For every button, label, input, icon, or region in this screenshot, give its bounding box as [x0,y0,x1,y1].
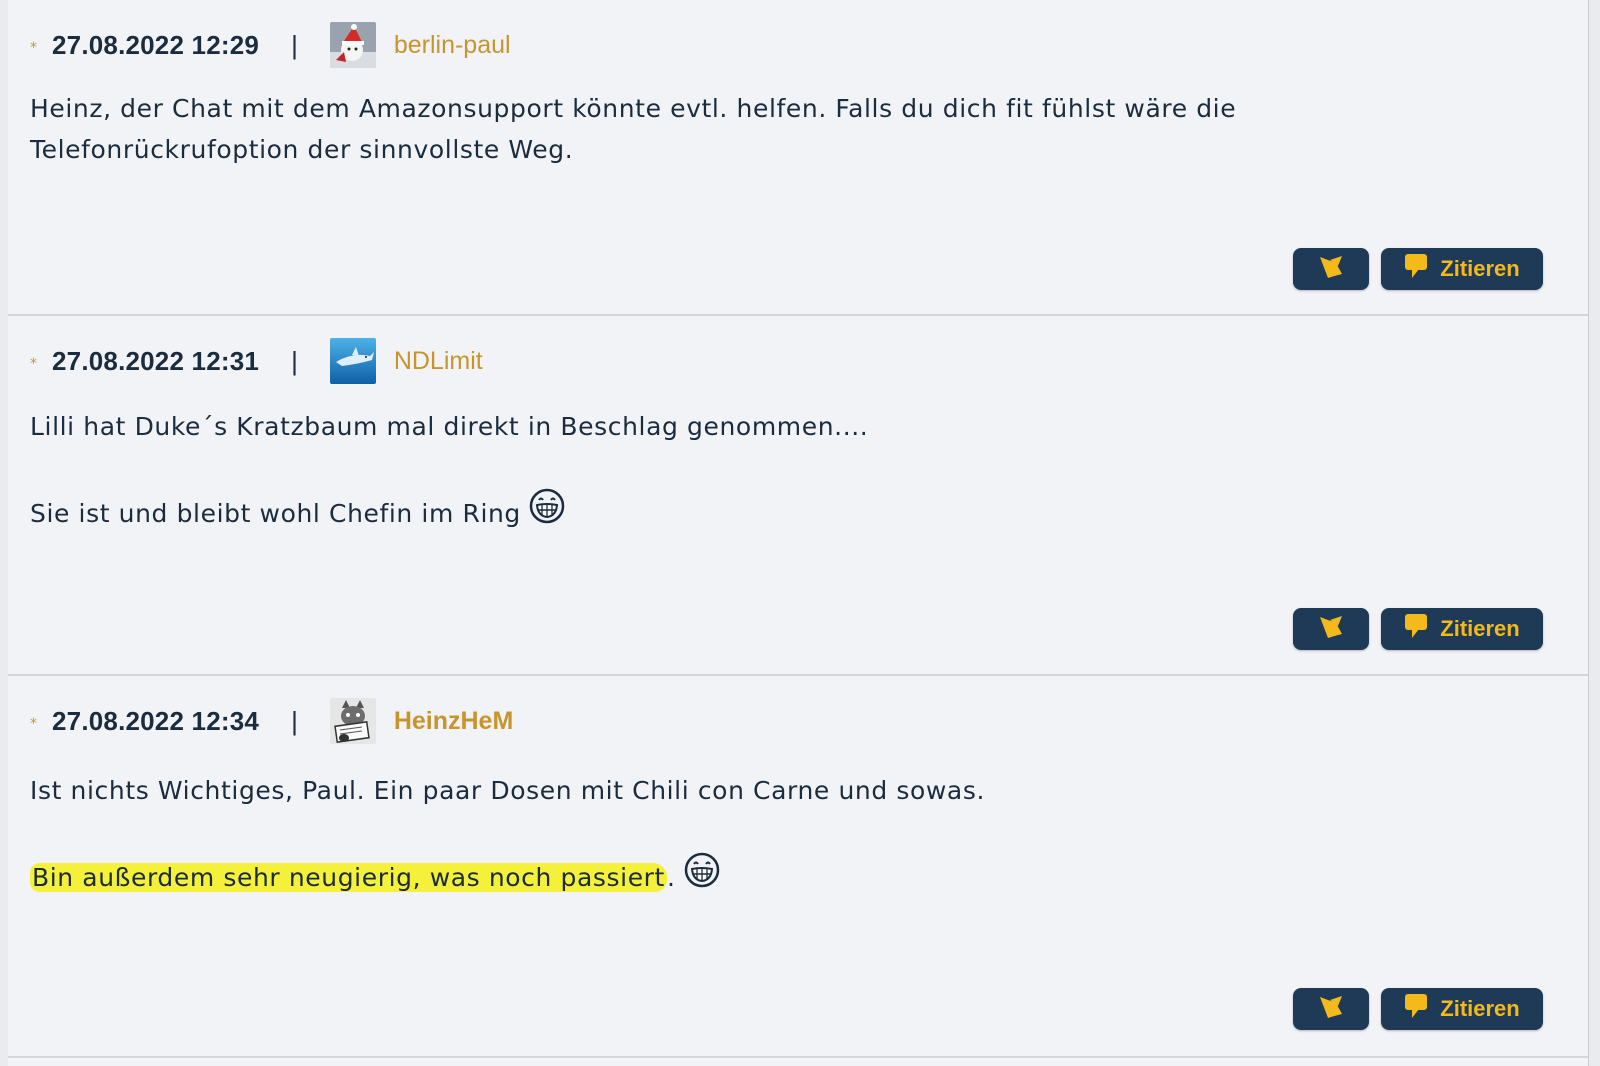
quote-button[interactable]: Zitieren [1381,988,1543,1030]
post-author[interactable]: berlin-paul [394,31,511,60]
speech-bubble-icon [1404,993,1428,1025]
quote-label: Zitieren [1440,996,1520,1021]
quote-label: Zitieren [1440,256,1520,281]
post-text-paragraph: Bin außerdem sehr neugierig, was noch pa… [30,852,1548,900]
bell-icon [1316,992,1346,1026]
post-text-paragraph: Sie ist und bleibt wohl Chefin im Ring [30,488,1548,536]
post: * 27.08.2022 12:34 | HeinzHeM Ist nichts… [8,676,1588,1058]
notify-button[interactable] [1293,248,1369,290]
post-actions: Zitieren [1293,988,1543,1030]
post-actions: Zitieren [1293,248,1543,290]
quote-label: Zitieren [1440,616,1520,641]
post-text-line: Ist nichts Wichtiges, Paul. Ein paar Dos… [30,776,986,805]
post-header: * 27.08.2022 12:29 | berlin-paul [30,22,511,68]
header-separator: | [291,29,298,60]
quote-button[interactable]: Zitieren [1381,248,1543,290]
highlighted-text: Bin außerdem sehr neugierig, was noch pa… [30,863,667,892]
post-timestamp[interactable]: 27.08.2022 12:29 [52,30,259,61]
santa-snowman-avatar-icon[interactable] [329,22,376,68]
grinning-face-icon [684,852,720,900]
post-body: Heinz, der Chat mit dem Amazonsupport kö… [30,88,1548,170]
star-icon: * [30,40,37,56]
post-text-line: Lilli hat Duke´s Kratzbaum mal direkt in… [30,412,869,441]
post-timestamp[interactable]: 27.08.2022 12:34 [52,706,259,737]
speech-bubble-icon [1404,253,1428,285]
post-text-period: . [666,863,676,892]
post-header: * 27.08.2022 12:34 | HeinzHeM [30,698,513,744]
speech-bubble-icon [1404,613,1428,645]
cat-avatar-icon[interactable] [329,698,376,744]
header-separator: | [291,345,298,376]
post-body: Lilli hat Duke´s Kratzbaum mal direkt in… [30,406,1548,536]
post-actions: Zitieren [1293,608,1543,650]
grinning-face-icon [529,488,565,536]
post-text-line: Heinz, der Chat mit dem Amazonsupport kö… [30,94,1237,123]
post-header: * 27.08.2022 12:31 | NDLimit [30,338,483,384]
quote-button[interactable]: Zitieren [1381,608,1543,650]
post: * 27.08.2022 12:31 | NDLimit Lilli hat D… [8,316,1588,676]
post-body: Ist nichts Wichtiges, Paul. Ein paar Dos… [30,770,1548,900]
notify-button[interactable] [1293,988,1369,1030]
shark-avatar-icon[interactable] [329,338,376,384]
star-icon: * [30,356,37,372]
bell-icon [1316,252,1346,286]
post-author[interactable]: NDLimit [394,347,483,376]
notify-button[interactable] [1293,608,1369,650]
star-icon: * [30,716,37,732]
post-text-line: Telefonrückrufoption der sinnvollste Weg… [30,135,574,164]
post: * 27.08.2022 12:29 | berlin-paul Heinz, … [8,0,1588,316]
bell-icon [1316,612,1346,646]
post-timestamp[interactable]: 27.08.2022 12:31 [52,346,259,377]
post-author[interactable]: HeinzHeM [394,707,513,736]
header-separator: | [291,705,298,736]
thread: * 27.08.2022 12:29 | berlin-paul Heinz, … [8,0,1589,1066]
post-text-line: Sie ist und bleibt wohl Chefin im Ring [30,499,521,528]
